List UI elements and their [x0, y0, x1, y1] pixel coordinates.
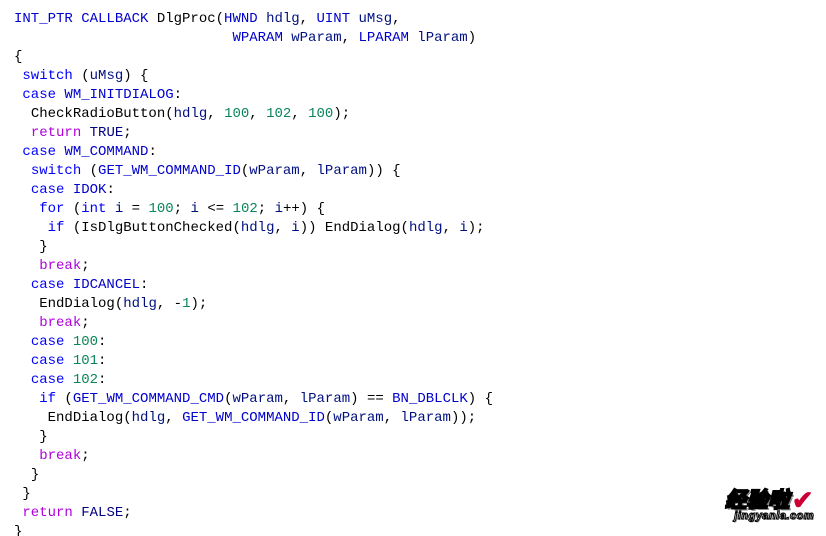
code-line: if (GET_WM_COMMAND_CMD(wParam, lParam) =…: [14, 390, 812, 409]
code-line: case 100:: [14, 333, 812, 352]
code-line: case WM_COMMAND:: [14, 143, 812, 162]
code-line: switch (GET_WM_COMMAND_ID(wParam, lParam…: [14, 162, 812, 181]
code-block: INT_PTR CALLBACK DlgProc(HWND hdlg, UINT…: [0, 0, 826, 536]
code-line: EndDialog(hdlg, -1);: [14, 295, 812, 314]
code-line: EndDialog(hdlg, GET_WM_COMMAND_ID(wParam…: [14, 409, 812, 428]
code-line: if (IsDlgButtonChecked(hdlg, i)) EndDial…: [14, 219, 812, 238]
code-line: }: [14, 523, 812, 536]
code-line: case 101:: [14, 352, 812, 371]
code-line: return TRUE;: [14, 124, 812, 143]
code-line: switch (uMsg) {: [14, 67, 812, 86]
code-line: break;: [14, 447, 812, 466]
code-line: break;: [14, 257, 812, 276]
code-line: case IDOK:: [14, 181, 812, 200]
code-line: case 102:: [14, 371, 812, 390]
code-line: INT_PTR CALLBACK DlgProc(HWND hdlg, UINT…: [14, 10, 812, 29]
code-line: }: [14, 485, 812, 504]
code-line: }: [14, 466, 812, 485]
code-line: CheckRadioButton(hdlg, 100, 102, 100);: [14, 105, 812, 124]
code-line: }: [14, 238, 812, 257]
code-line: for (int i = 100; i <= 102; i++) {: [14, 200, 812, 219]
code-line: case WM_INITDIALOG:: [14, 86, 812, 105]
code-line: case IDCANCEL:: [14, 276, 812, 295]
code-line: return FALSE;: [14, 504, 812, 523]
code-line: WPARAM wParam, LPARAM lParam): [14, 29, 812, 48]
code-line: }: [14, 428, 812, 447]
code-line: {: [14, 48, 812, 67]
code-line: break;: [14, 314, 812, 333]
